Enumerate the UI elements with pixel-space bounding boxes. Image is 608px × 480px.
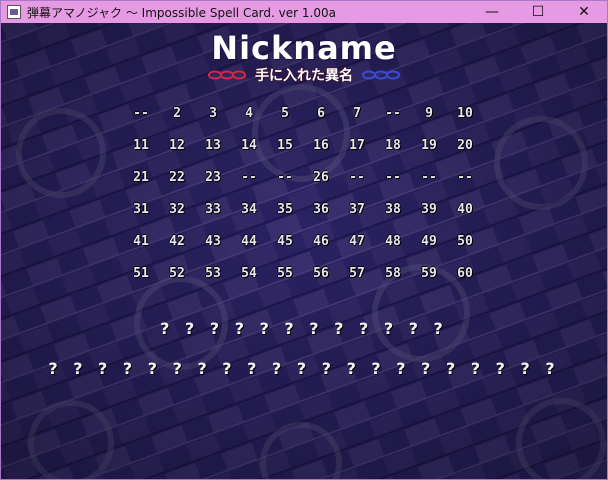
nickname-slot[interactable]: 13 [195,138,231,153]
nickname-slot[interactable]: 33 [195,202,231,217]
nickname-slot[interactable]: 22 [159,170,195,185]
nickname-slot[interactable]: 38 [375,202,411,217]
nickname-slot[interactable]: 51 [123,266,159,281]
nickname-slot[interactable]: 12 [159,138,195,153]
close-icon: ✕ [578,4,590,20]
nickname-slot[interactable]: 11 [123,138,159,153]
nickname-slot[interactable]: 40 [447,202,483,217]
nickname-slot[interactable]: 48 [375,234,411,249]
screen-title: Nickname [211,29,397,67]
nickname-slot[interactable]: 15 [267,138,303,153]
nickname-slot[interactable]: 19 [411,138,447,153]
nickname-row: 41 42 43 44 45 46 47 48 49 50 [123,225,483,257]
window-title: 弾幕アマノジャク 〜 Impossible Spell Card. ver 1.… [27,5,336,20]
title-bar[interactable]: 弾幕アマノジャク 〜 Impossible Spell Card. ver 1.… [1,1,607,23]
nickname-slot[interactable]: 26 [303,170,339,185]
nickname-slot[interactable]: 41 [123,234,159,249]
nickname-slot[interactable]: -- [375,170,411,185]
nickname-slot[interactable]: 21 [123,170,159,185]
nickname-slot[interactable]: 60 [447,266,483,281]
app-icon [7,5,21,19]
nickname-slot[interactable]: 39 [411,202,447,217]
nickname-slot[interactable]: 18 [375,138,411,153]
nickname-slot[interactable]: 9 [411,106,447,121]
nickname-slot[interactable]: 55 [267,266,303,281]
nickname-slot[interactable]: 34 [231,202,267,217]
nickname-slot[interactable]: 23 [195,170,231,185]
close-button[interactable]: ✕ [561,1,607,23]
nickname-slot[interactable]: 36 [303,202,339,217]
nickname-row: 11 12 13 14 15 16 17 18 19 20 [123,129,483,161]
maximize-icon: ☐ [531,4,545,20]
nickname-slot[interactable]: 17 [339,138,375,153]
nickname-slot[interactable]: 42 [159,234,195,249]
nickname-slot[interactable]: 53 [195,266,231,281]
nickname-slot[interactable]: 7 [339,106,375,121]
nickname-slot[interactable]: 31 [123,202,159,217]
nickname-slot[interactable]: -- [267,170,303,185]
nickname-row: 51 52 53 54 55 56 57 58 59 60 [123,257,483,289]
nickname-slot[interactable]: 44 [231,234,267,249]
blue-chain-ornament-icon [362,70,400,80]
nickname-slot[interactable]: 47 [339,234,375,249]
nickname-slot[interactable]: 6 [303,106,339,121]
nickname-slot[interactable]: 46 [303,234,339,249]
nickname-row: 21 22 23 -- -- 26 -- -- -- -- [123,161,483,193]
nickname-row: -- 2 3 4 5 6 7 -- 9 10 [123,97,483,129]
nickname-name: ? ? ? ? ? ? ? ? ? ? ? ? [160,319,448,338]
nickname-slot[interactable]: 4 [231,106,267,121]
nickname-slot[interactable]: 52 [159,266,195,281]
maximize-button[interactable]: ☐ [515,1,561,23]
nickname-slot[interactable]: 59 [411,266,447,281]
nickname-slot[interactable]: 57 [339,266,375,281]
nickname-slot[interactable]: -- [375,106,411,121]
nickname-slot[interactable]: 58 [375,266,411,281]
subtitle-banner: 手に入れた異名 [1,65,607,85]
game-screen: Nickname 手に入れた異名 -- 2 3 4 5 6 7 -- 9 10 11 12 13 14 15… [1,23,607,479]
nickname-slot[interactable]: 43 [195,234,231,249]
nickname-slot[interactable]: 20 [447,138,483,153]
nickname-row: 31 32 33 34 35 36 37 38 39 40 [123,193,483,225]
nickname-slot[interactable]: 32 [159,202,195,217]
nickname-slot[interactable]: 54 [231,266,267,281]
nickname-slot[interactable]: 5 [267,106,303,121]
minimize-button[interactable]: — [469,1,515,23]
red-chain-ornament-icon [208,70,246,80]
nickname-description: ? ? ? ? ? ? ? ? ? ? ? ? ? ? ? ? ? ? ? ? … [48,359,560,378]
screen-header: Nickname [1,29,607,67]
nickname-slot[interactable]: 37 [339,202,375,217]
nickname-slot[interactable]: 56 [303,266,339,281]
nickname-slot[interactable]: 3 [195,106,231,121]
minimize-icon: — [485,4,499,20]
screen-subtitle: 手に入れた異名 [255,68,353,84]
nickname-slot[interactable]: -- [231,170,267,185]
nickname-slot[interactable]: 45 [267,234,303,249]
nickname-slot[interactable]: 2 [159,106,195,121]
game-window: 弾幕アマノジャク 〜 Impossible Spell Card. ver 1.… [0,0,608,480]
nickname-slot[interactable]: -- [339,170,375,185]
nickname-grid: -- 2 3 4 5 6 7 -- 9 10 11 12 13 14 15 16 17 18 19 20 21 22 23-… [123,97,483,289]
nickname-slot[interactable]: -- [123,106,159,121]
nickname-slot[interactable]: 35 [267,202,303,217]
nickname-slot[interactable]: 49 [411,234,447,249]
nickname-slot[interactable]: 10 [447,106,483,121]
nickname-slot[interactable]: 16 [303,138,339,153]
nickname-slot[interactable]: -- [447,170,483,185]
nickname-slot[interactable]: -- [411,170,447,185]
nickname-slot[interactable]: 50 [447,234,483,249]
nickname-slot[interactable]: 14 [231,138,267,153]
